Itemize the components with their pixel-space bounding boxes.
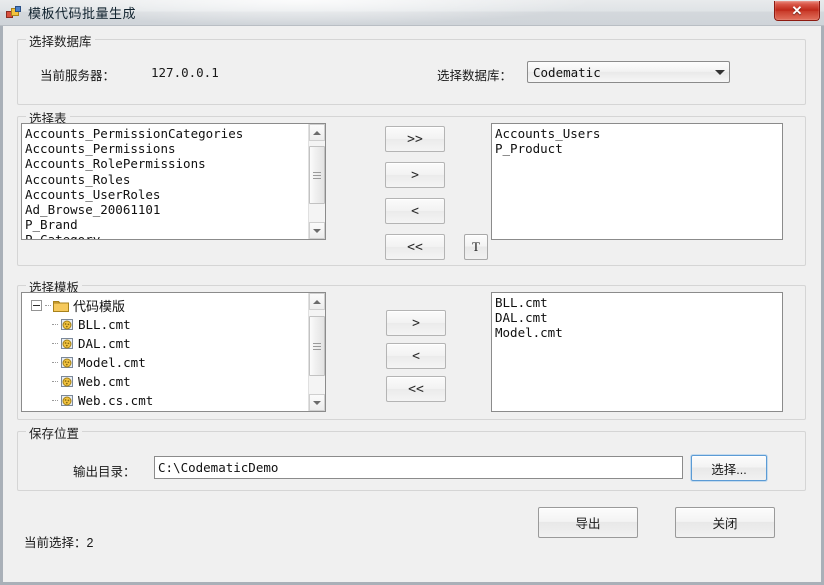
tree-node-item[interactable]: DAL.cmt	[22, 334, 308, 353]
template-file-icon	[60, 318, 74, 331]
list-item[interactable]: DAL.cmt	[495, 310, 782, 325]
list-item[interactable]: Accounts_PermissionCategories	[25, 126, 325, 141]
server-label: 当前服务器：	[40, 69, 116, 83]
chevron-down-icon	[711, 62, 729, 82]
available-tables-items: Accounts_PermissionCategories Accounts_P…	[22, 124, 325, 239]
template-tree-items: 代码模版 BLL.cmt DAL.cmt Model.cmt Web.cmt W…	[22, 293, 308, 411]
remove-all-templates-button[interactable]: <<	[386, 376, 446, 402]
list-item[interactable]: BLL.cmt	[495, 295, 782, 310]
grip-icon	[313, 341, 321, 352]
template-file-icon	[60, 375, 74, 388]
selected-templates-items: BLL.cmt DAL.cmt Model.cmt	[492, 293, 782, 411]
collapse-icon[interactable]	[31, 300, 42, 311]
arrow-down-icon	[313, 400, 321, 405]
status-selection-count: 当前选择：2	[24, 536, 94, 550]
tree-connector	[52, 324, 58, 325]
tree-connector	[45, 305, 51, 306]
list-item[interactable]: P_Category	[25, 232, 325, 239]
selected-tables-items: Accounts_Users P_Product	[492, 124, 782, 239]
title-bar[interactable]: 模板代码批量生成 ✕	[0, 0, 824, 26]
save-location-group-label: 保存位置	[26, 423, 83, 442]
available-tables-scrollbar[interactable]	[308, 124, 325, 239]
grip-icon	[313, 170, 321, 181]
scroll-up-button[interactable]	[309, 293, 325, 310]
database-group-label: 选择数据库	[26, 31, 95, 50]
template-file-icon	[60, 394, 74, 407]
scroll-down-button[interactable]	[309, 222, 325, 239]
folder-icon	[53, 299, 69, 312]
template-file-icon	[60, 356, 74, 369]
remove-all-tables-button[interactable]: <<	[385, 234, 445, 260]
tree-node-label: BLL.cmt	[78, 317, 131, 332]
arrow-up-icon	[313, 130, 321, 135]
tree-node-item[interactable]: 模版示例.cmt	[22, 410, 308, 411]
add-template-button[interactable]: >	[386, 310, 446, 336]
tree-node-label: Web.cmt	[78, 374, 131, 389]
list-item[interactable]: Accounts_Users	[495, 126, 782, 141]
list-item[interactable]: Accounts_UserRoles	[25, 187, 325, 202]
add-all-tables-button[interactable]: >>	[385, 126, 445, 152]
table-filter-button[interactable]: T	[464, 234, 488, 260]
tree-node-item[interactable]: Web.cs.cmt	[22, 391, 308, 410]
window-title: 模板代码批量生成	[28, 6, 137, 21]
close-icon: ✕	[791, 3, 803, 18]
tree-node-root[interactable]: 代码模版	[22, 296, 308, 315]
list-item[interactable]: Model.cmt	[495, 325, 782, 340]
database-select[interactable]: Codematic	[527, 61, 730, 83]
selected-tables-list[interactable]: Accounts_Users P_Product	[491, 123, 783, 240]
tree-node-item[interactable]: Web.cmt	[22, 372, 308, 391]
main-window: 模板代码批量生成 ✕ 选择数据库 当前服务器： 127.0.0.1 选择数据库：…	[0, 0, 824, 585]
scroll-down-button[interactable]	[309, 394, 325, 411]
selected-templates-list[interactable]: BLL.cmt DAL.cmt Model.cmt	[491, 292, 783, 412]
database-label: 选择数据库：	[437, 69, 513, 83]
dialog-client-area: 选择数据库 当前服务器： 127.0.0.1 选择数据库： Codematic …	[0, 26, 824, 585]
browse-directory-button[interactable]: 选择...	[691, 455, 767, 481]
server-value: 127.0.0.1	[151, 65, 219, 80]
tree-node-label: 模版示例.cmt	[78, 410, 155, 411]
remove-table-button[interactable]: <	[385, 198, 445, 224]
add-table-button[interactable]: >	[385, 162, 445, 188]
scroll-thumb[interactable]	[309, 146, 325, 204]
list-item[interactable]: P_Brand	[25, 217, 325, 232]
tree-node-item[interactable]: Model.cmt	[22, 353, 308, 372]
template-file-icon	[60, 337, 74, 350]
export-button[interactable]: 导出	[538, 507, 638, 538]
close-window-button[interactable]: ✕	[774, 1, 820, 21]
template-tree-scrollbar[interactable]	[308, 293, 325, 411]
scroll-up-button[interactable]	[309, 124, 325, 141]
dialog-content: 选择数据库 当前服务器： 127.0.0.1 选择数据库： Codematic …	[3, 26, 821, 582]
list-item[interactable]: Accounts_RolePermissions	[25, 156, 325, 171]
list-item[interactable]: Ad_Browse_20061101	[25, 202, 325, 217]
arrow-down-icon	[313, 228, 321, 233]
tree-node-label: Model.cmt	[78, 355, 146, 370]
tree-connector	[52, 400, 58, 401]
list-item[interactable]: Accounts_Roles	[25, 172, 325, 187]
tree-node-label: 代码模版	[73, 299, 126, 314]
tree-connector	[52, 381, 58, 382]
close-button[interactable]: 关闭	[675, 507, 775, 538]
forms-app-icon	[6, 5, 22, 21]
database-select-value: Codematic	[533, 64, 601, 80]
arrow-up-icon	[313, 299, 321, 304]
tree-connector	[52, 362, 58, 363]
list-item[interactable]: Accounts_Permissions	[25, 141, 325, 156]
tree-node-item[interactable]: BLL.cmt	[22, 315, 308, 334]
available-tables-list[interactable]: Accounts_PermissionCategories Accounts_P…	[21, 123, 326, 240]
tree-connector	[52, 343, 58, 344]
remove-template-button[interactable]: <	[386, 343, 446, 369]
output-directory-label: 输出目录：	[73, 465, 136, 479]
list-item[interactable]: P_Product	[495, 141, 782, 156]
tree-node-label: DAL.cmt	[78, 336, 131, 351]
tree-node-label: Web.cs.cmt	[78, 393, 154, 408]
scroll-thumb[interactable]	[309, 316, 325, 376]
template-tree[interactable]: 代码模版 BLL.cmt DAL.cmt Model.cmt Web.cmt W…	[21, 292, 326, 412]
output-directory-input[interactable]: C:\CodematicDemo	[154, 456, 683, 479]
